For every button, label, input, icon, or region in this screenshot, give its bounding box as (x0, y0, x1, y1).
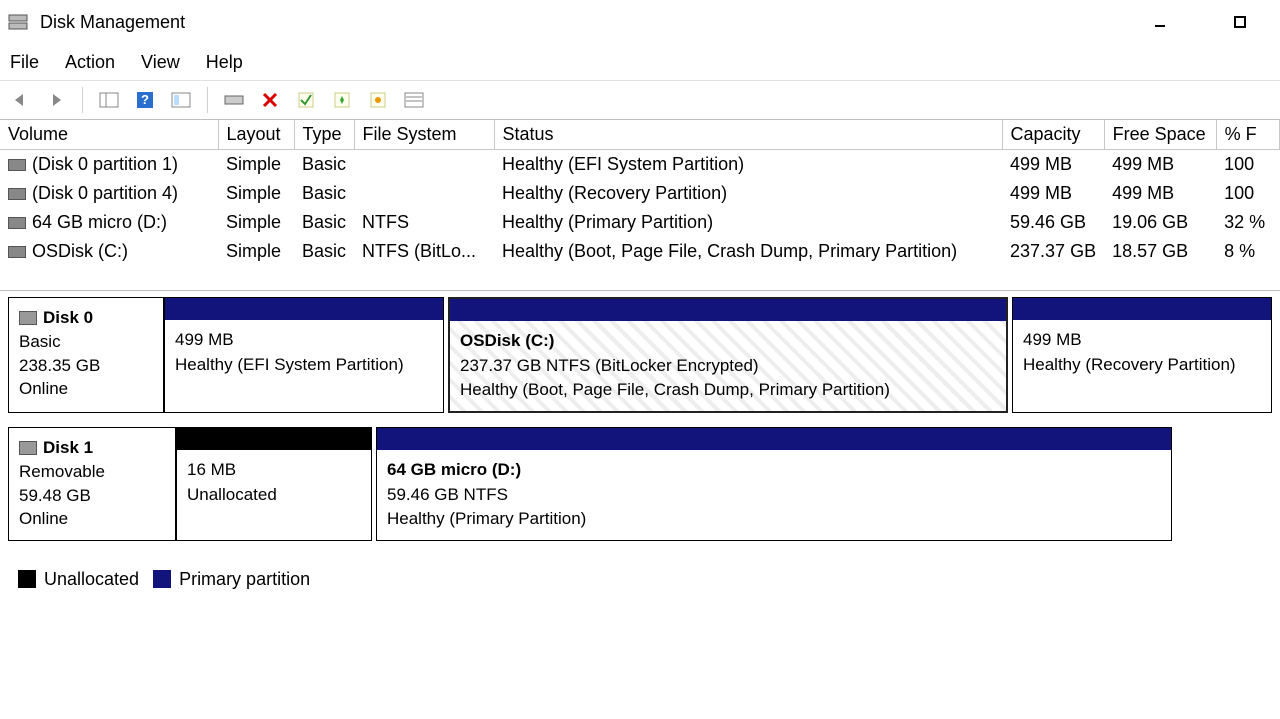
legend-label-unallocated: Unallocated (44, 569, 139, 590)
col-type[interactable]: Type (294, 120, 354, 150)
table-header-row: Volume Layout Type File System Status Ca… (0, 120, 1280, 150)
menu-help[interactable]: Help (206, 52, 243, 73)
partition-band (165, 298, 443, 320)
volume-icon (8, 188, 26, 200)
col-capacity[interactable]: Capacity (1002, 120, 1104, 150)
partition[interactable]: 64 GB micro (D:)59.46 GB NTFSHealthy (Pr… (376, 427, 1172, 541)
menu-action[interactable]: Action (65, 52, 115, 73)
col-free[interactable]: Free Space (1104, 120, 1216, 150)
menubar: File Action View Help (0, 44, 1280, 80)
partition-info: 499 MBHealthy (EFI System Partition) (165, 320, 443, 412)
app-icon (8, 13, 28, 31)
table-row[interactable]: (Disk 0 partition 1)SimpleBasicHealthy (… (0, 150, 1280, 180)
partition-band (177, 428, 371, 450)
col-pct[interactable]: % F (1216, 120, 1279, 150)
partition-info: OSDisk (C:)237.37 GB NTFS (BitLocker Enc… (450, 321, 1006, 411)
partition[interactable]: 499 MBHealthy (Recovery Partition) (1012, 297, 1272, 413)
minimize-button[interactable] (1140, 7, 1180, 37)
window-title: Disk Management (40, 12, 1140, 33)
list-icon[interactable] (402, 88, 426, 112)
volume-icon (8, 217, 26, 229)
properties-icon[interactable] (366, 88, 390, 112)
disk-icon (19, 441, 37, 455)
forward-button[interactable] (44, 88, 68, 112)
delete-icon[interactable] (258, 88, 282, 112)
maximize-button[interactable] (1220, 7, 1260, 37)
partition[interactable]: OSDisk (C:)237.37 GB NTFS (BitLocker Enc… (448, 297, 1008, 413)
new-partition-icon[interactable] (330, 88, 354, 112)
titlebar: Disk Management (0, 0, 1280, 44)
partition[interactable]: 16 MBUnallocated (176, 427, 372, 541)
col-filesystem[interactable]: File System (354, 120, 494, 150)
col-status[interactable]: Status (494, 120, 1002, 150)
volume-icon (8, 246, 26, 258)
disk-icon (19, 311, 37, 325)
toolbar: ? (0, 80, 1280, 120)
legend: Unallocated Primary partition (8, 555, 1272, 590)
menu-file[interactable]: File (10, 52, 39, 73)
legend-swatch-primary (153, 570, 171, 588)
disk-row: Disk 0Basic238.35 GBOnline499 MBHealthy … (8, 297, 1272, 413)
disk-label[interactable]: Disk 1Removable59.48 GBOnline (8, 427, 176, 541)
table-row[interactable]: OSDisk (C:)SimpleBasicNTFS (BitLo...Heal… (0, 237, 1280, 266)
partition-info: 16 MBUnallocated (177, 450, 371, 540)
refresh-icon[interactable] (169, 88, 193, 112)
partition[interactable]: 499 MBHealthy (EFI System Partition) (164, 297, 444, 413)
partition-band (1013, 298, 1271, 320)
volume-table[interactable]: Volume Layout Type File System Status Ca… (0, 120, 1280, 266)
partition-info: 499 MBHealthy (Recovery Partition) (1013, 320, 1271, 412)
check-icon[interactable] (294, 88, 318, 112)
drive-icon[interactable] (222, 88, 246, 112)
partition-band (450, 299, 1006, 321)
help-icon[interactable]: ? (133, 88, 157, 112)
partition-band (377, 428, 1171, 450)
partition-info: 64 GB micro (D:)59.46 GB NTFSHealthy (Pr… (377, 450, 1171, 540)
legend-label-primary: Primary partition (179, 569, 310, 590)
window-controls (1140, 7, 1260, 37)
col-layout[interactable]: Layout (218, 120, 294, 150)
col-volume[interactable]: Volume (0, 120, 218, 150)
disk-map: Disk 0Basic238.35 GBOnline499 MBHealthy … (0, 290, 1280, 590)
panel-icon[interactable] (97, 88, 121, 112)
back-button[interactable] (8, 88, 32, 112)
svg-text:?: ? (141, 92, 149, 107)
table-row[interactable]: (Disk 0 partition 4)SimpleBasicHealthy (… (0, 179, 1280, 208)
disk-label[interactable]: Disk 0Basic238.35 GBOnline (8, 297, 164, 413)
disk-row: Disk 1Removable59.48 GBOnline16 MBUnallo… (8, 427, 1272, 541)
table-row[interactable]: 64 GB micro (D:)SimpleBasicNTFSHealthy (… (0, 208, 1280, 237)
legend-swatch-unallocated (18, 570, 36, 588)
volume-icon (8, 159, 26, 171)
menu-view[interactable]: View (141, 52, 180, 73)
